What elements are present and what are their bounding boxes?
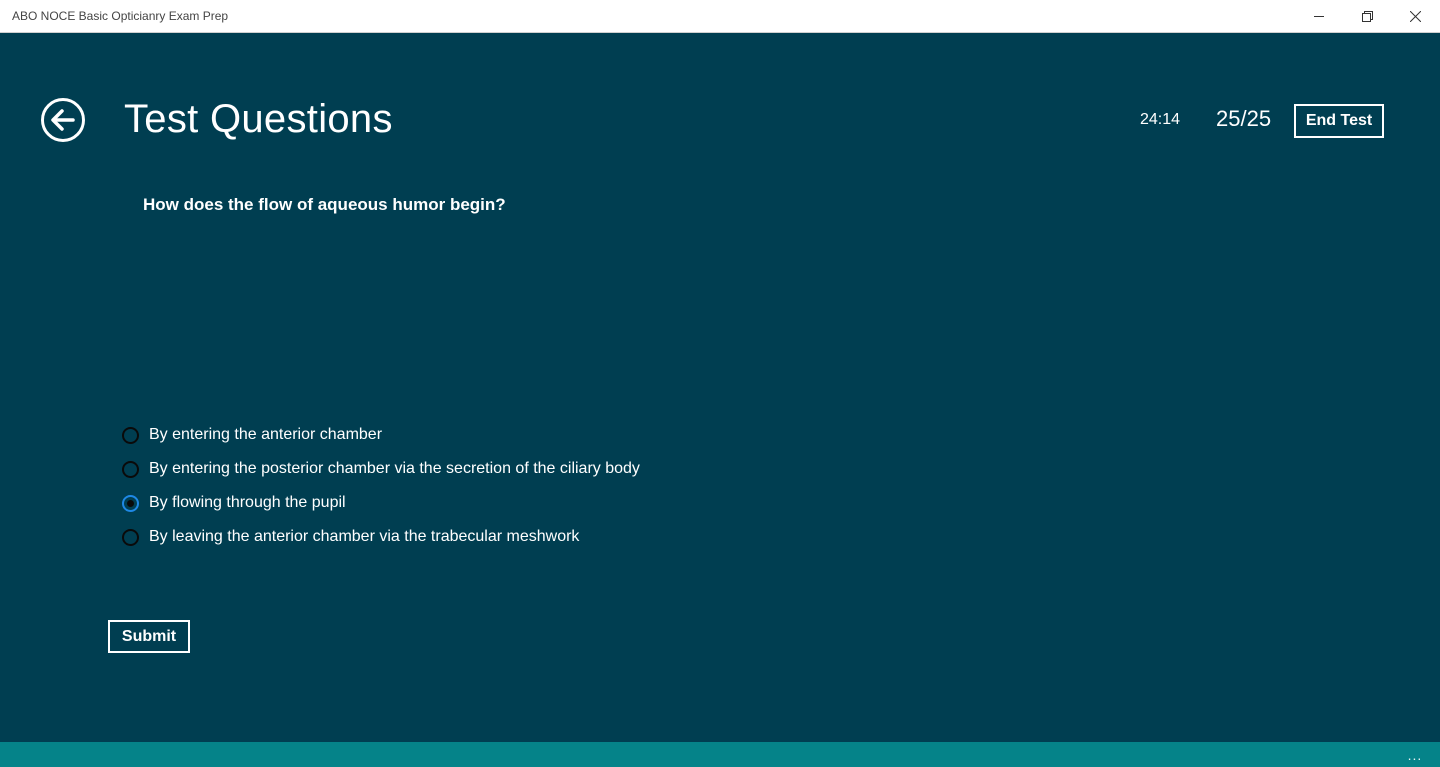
close-button[interactable] bbox=[1392, 0, 1438, 33]
minimize-button[interactable] bbox=[1296, 0, 1342, 33]
answer-option-label: By entering the posterior chamber via th… bbox=[149, 460, 640, 477]
page-title: Test Questions bbox=[124, 97, 393, 141]
ellipsis-icon: ... bbox=[1407, 746, 1423, 763]
question-counter: 25/25 bbox=[1216, 106, 1272, 131]
answer-option-label: By entering the anterior chamber bbox=[149, 426, 383, 443]
answer-option[interactable]: By entering the posterior chamber via th… bbox=[120, 452, 640, 486]
close-icon bbox=[1409, 11, 1421, 22]
radio-button[interactable] bbox=[122, 528, 139, 546]
answer-option[interactable]: By entering the anterior chamber bbox=[120, 418, 640, 452]
restore-button[interactable] bbox=[1344, 0, 1390, 33]
main-content: Test Questions 24:14 25/25 End Test How … bbox=[0, 33, 1440, 742]
radio-button-selected[interactable] bbox=[122, 494, 139, 512]
radio-button[interactable] bbox=[122, 426, 139, 444]
answer-option-label: By flowing through the pupil bbox=[149, 494, 346, 511]
window-title: ABO NOCE Basic Opticianry Exam Prep bbox=[12, 9, 229, 23]
answer-options: By entering the anterior chamber By ente… bbox=[120, 418, 640, 554]
radio-button[interactable] bbox=[122, 460, 139, 478]
more-button[interactable]: ... bbox=[1400, 742, 1430, 767]
window-titlebar: ABO NOCE Basic Opticianry Exam Prep bbox=[0, 0, 1440, 33]
answer-option[interactable]: By flowing through the pupil bbox=[120, 486, 640, 520]
app-bar: ... bbox=[0, 742, 1440, 767]
answer-option[interactable]: By leaving the anterior chamber via the … bbox=[120, 520, 640, 554]
minimize-icon bbox=[1313, 16, 1324, 17]
end-test-button[interactable]: End Test bbox=[1294, 104, 1384, 138]
back-arrow-icon bbox=[41, 98, 85, 142]
question-text: How does the flow of aqueous humor begin… bbox=[143, 195, 506, 214]
timer: 24:14 bbox=[1140, 111, 1181, 128]
answer-option-label: By leaving the anterior chamber via the … bbox=[149, 528, 580, 545]
submit-button[interactable]: Submit bbox=[108, 620, 190, 653]
back-button[interactable] bbox=[40, 97, 86, 143]
restore-icon bbox=[1361, 11, 1373, 22]
